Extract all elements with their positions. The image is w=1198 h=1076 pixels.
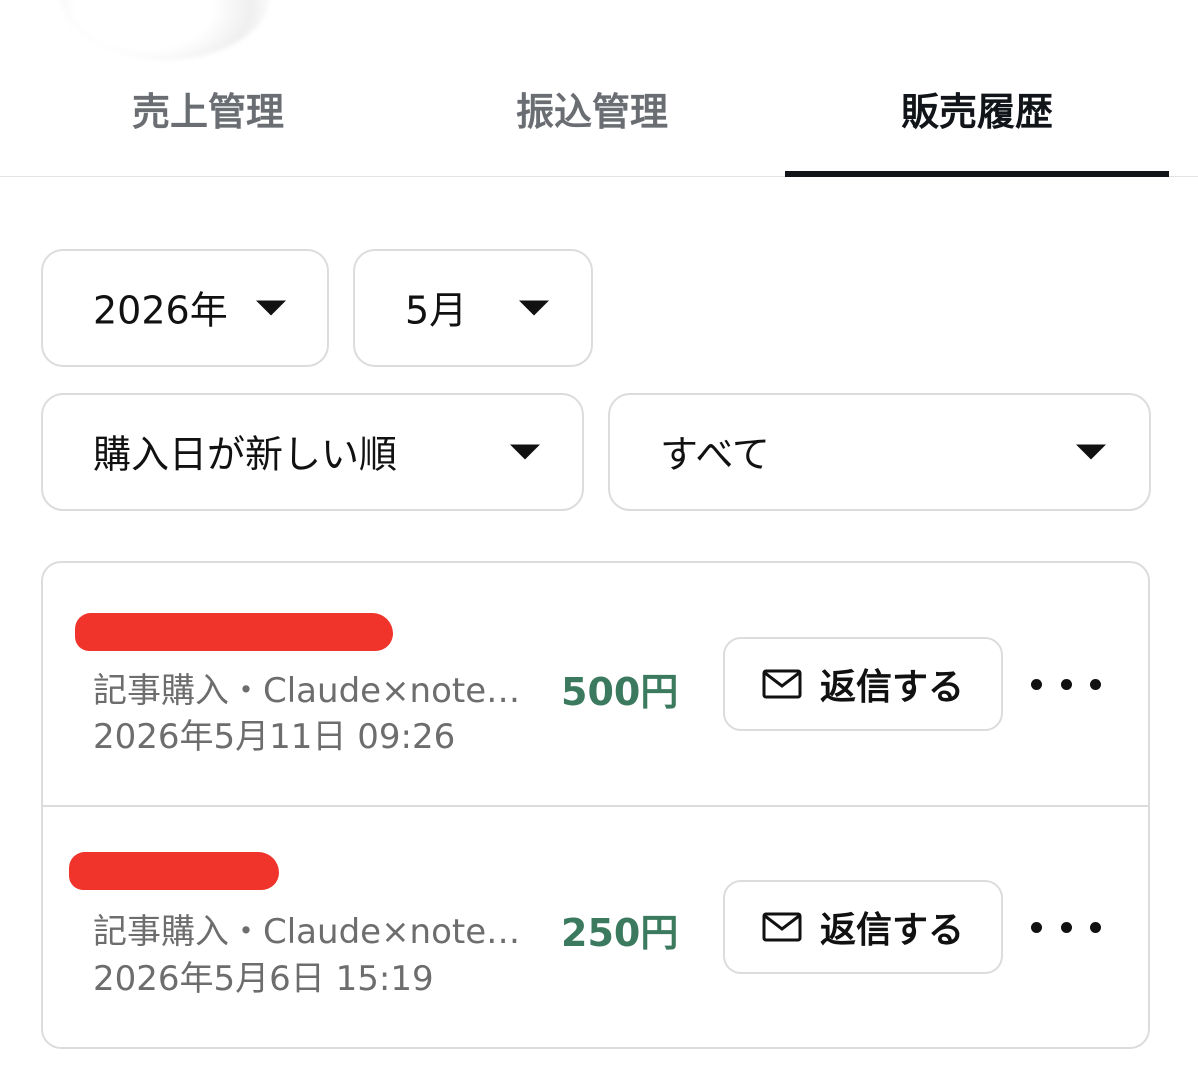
year-select-value: 2026年: [93, 288, 228, 333]
tab-sales-management[interactable]: 売上管理: [16, 60, 400, 176]
category-select[interactable]: すべて: [608, 393, 1151, 511]
sale-type-title: 記事購入・Claude×note…: [93, 912, 521, 952]
sale-price: 500円: [561, 670, 679, 714]
chevron-down-icon: [519, 300, 549, 316]
chevron-down-icon: [510, 444, 540, 460]
sales-list: 記事購入・Claude×note… 2026年5月11日 09:26 500円 …: [41, 561, 1150, 1049]
reply-button-label: 返信する: [819, 667, 964, 708]
chevron-down-icon: [256, 300, 286, 316]
list-item: 記事購入・Claude×note… 2026年5月11日 09:26 500円 …: [43, 563, 1148, 807]
sort-select-value: 購入日が新しい順: [93, 432, 398, 477]
year-select[interactable]: 2026年: [41, 249, 329, 367]
tab-bar: 売上管理 振込管理 販売履歴: [0, 60, 1198, 177]
sale-datetime: 2026年5月6日 15:19: [93, 959, 434, 999]
reply-button[interactable]: 返信する: [723, 880, 1003, 974]
reply-button[interactable]: 返信する: [723, 637, 1003, 731]
reply-button-label: 返信する: [819, 910, 964, 951]
tab-transfer-management[interactable]: 振込管理: [400, 60, 784, 176]
buyer-name-redaction: [75, 613, 393, 651]
more-options-icon[interactable]: [1031, 664, 1101, 704]
mail-icon: [762, 912, 802, 942]
buyer-name-redaction: [69, 852, 279, 890]
more-options-icon[interactable]: [1031, 907, 1101, 947]
category-select-value: すべて: [660, 432, 770, 477]
mail-icon: [762, 669, 802, 699]
sort-select[interactable]: 購入日が新しい順: [41, 393, 584, 511]
chevron-down-icon: [1076, 444, 1106, 460]
month-select-value: 5月: [405, 288, 468, 333]
avatar: [60, 0, 270, 60]
month-select[interactable]: 5月: [353, 249, 593, 367]
tab-sales-history[interactable]: 販売履歴: [785, 60, 1169, 177]
sale-datetime: 2026年5月11日 09:26: [93, 717, 456, 757]
list-item: 記事購入・Claude×note… 2026年5月6日 15:19 250円 返…: [43, 806, 1148, 1047]
sale-price: 250円: [561, 911, 679, 955]
sale-type-title: 記事購入・Claude×note…: [93, 671, 521, 711]
